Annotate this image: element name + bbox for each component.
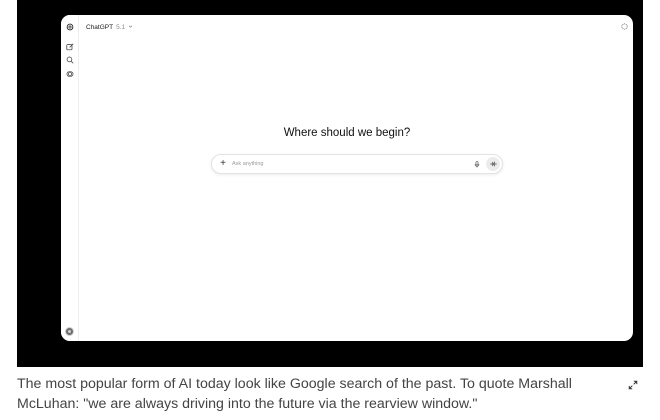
plus-icon[interactable]: + [218,159,228,169]
voice-mode-icon[interactable] [486,157,500,171]
chevron-down-icon [128,24,133,31]
library-icon[interactable] [64,68,75,79]
page-title: Where should we begin? [283,127,411,139]
caption-text: The most popular form of AI today look l… [17,376,572,412]
temporary-chat-icon[interactable] [619,21,629,31]
chatgpt-window: ChatGPT 5.1 Where should we begin? + [61,15,633,341]
expand-icon[interactable] [627,379,639,391]
openai-logo-icon[interactable] [64,21,75,32]
model-version: 5.1 [116,23,126,31]
avatar[interactable] [65,327,74,336]
prompt-input[interactable] [232,158,452,170]
model-name: ChatGPT [86,23,114,31]
sidebar [61,15,79,341]
search-icon[interactable] [64,54,75,65]
new-chat-icon[interactable] [64,41,75,52]
screenshot-frame: ChatGPT 5.1 Where should we begin? + [17,0,643,367]
microphone-icon[interactable] [472,159,482,169]
composer: + [211,154,503,174]
model-selector[interactable]: ChatGPT 5.1 [86,21,133,33]
